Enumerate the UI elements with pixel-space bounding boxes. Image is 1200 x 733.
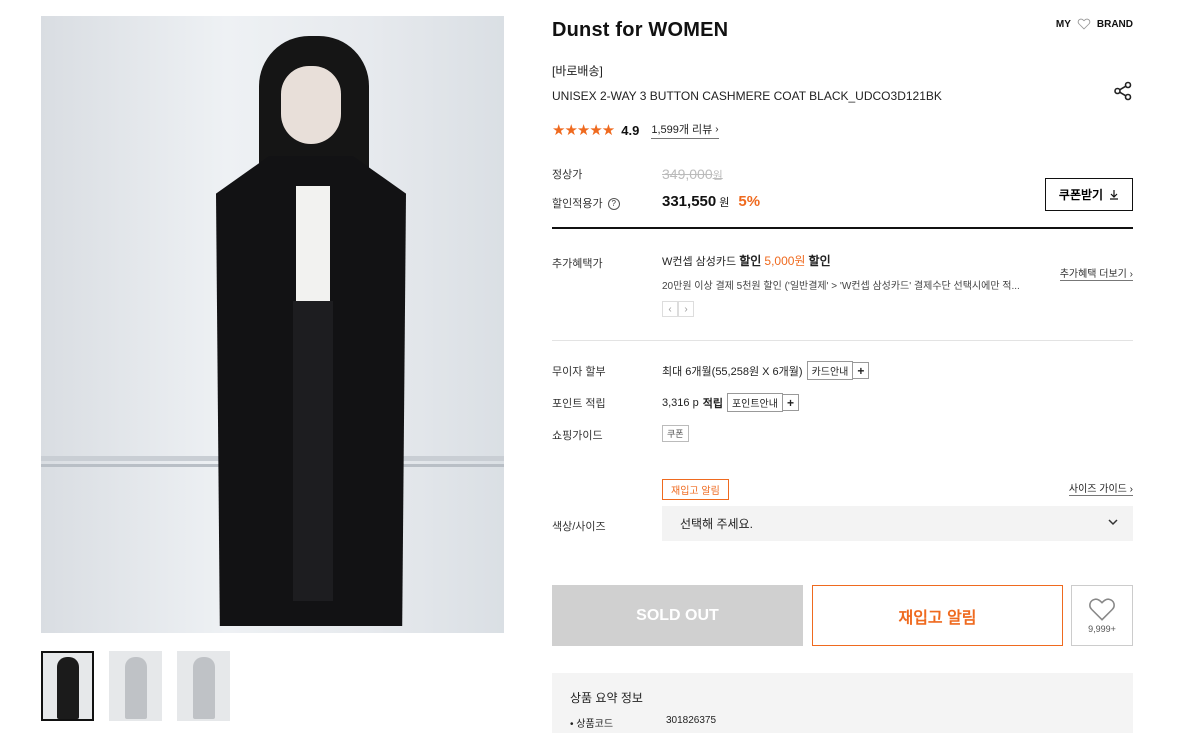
discount-rate: 5% bbox=[738, 193, 761, 210]
regular-price: 349,000원 bbox=[662, 166, 723, 183]
option-label: 색상/사이즈 bbox=[552, 521, 606, 533]
my-label: MY bbox=[1055, 18, 1071, 30]
benefit-prefix: W컨셉 삼성카드 bbox=[662, 256, 737, 268]
model-face bbox=[281, 66, 341, 144]
thumbnail-figure bbox=[125, 657, 147, 719]
points-guide-button[interactable]: 포인트안내 bbox=[726, 393, 783, 412]
plus-icon[interactable]: + bbox=[853, 362, 870, 379]
installment-label: 무이자 할부 bbox=[552, 366, 606, 378]
points-suffix: 적립 bbox=[702, 397, 723, 410]
coupon-download-button[interactable]: 쿠폰받기 bbox=[1045, 178, 1133, 211]
size-guide-label: 사이즈 가이드 bbox=[1068, 484, 1127, 495]
wishlist-count: 9,999+ bbox=[1088, 624, 1116, 634]
product-info-panel: Dunst for WOMEN MY BRAND [바로배송] UNISEX 2… bbox=[552, 0, 1133, 733]
summary-item: • 상품코드 301826375 bbox=[570, 715, 716, 730]
restock-alert-button[interactable]: 재입고 알림 bbox=[812, 585, 1063, 646]
benefit-discount-word: 할인 bbox=[739, 254, 762, 268]
delivery-tag: [바로배송] bbox=[552, 64, 603, 78]
product-summary: 상품 요약 정보 • 상품코드 301826375 bbox=[552, 673, 1133, 733]
pager-prev-button[interactable]: ‹ bbox=[662, 301, 678, 317]
select-placeholder: 선택해 주세요. bbox=[680, 517, 753, 531]
thumbnail-1[interactable] bbox=[41, 651, 94, 721]
pager-next-button[interactable]: › bbox=[678, 301, 694, 317]
points-label: 포인트 적립 bbox=[552, 398, 606, 410]
section-divider bbox=[552, 340, 1133, 341]
benefit-pager: ‹ › bbox=[662, 301, 694, 317]
my-brand-toggle[interactable]: MY BRAND bbox=[1056, 18, 1133, 30]
regular-price-unit: 원 bbox=[712, 170, 723, 182]
rating-score: 4.9 bbox=[621, 122, 640, 138]
thumbnail-2[interactable] bbox=[109, 651, 162, 721]
summary-title: 상품 요약 정보 bbox=[570, 691, 643, 705]
chevron-right-icon: › bbox=[1129, 484, 1133, 495]
chevron-right-icon: › bbox=[1129, 269, 1133, 280]
benefit-amount: 5,000원 bbox=[764, 254, 806, 268]
sale-price-label: 할인적용가 ? bbox=[552, 195, 620, 211]
help-icon[interactable]: ? bbox=[607, 197, 620, 210]
model-shirt bbox=[296, 186, 330, 301]
share-icon[interactable] bbox=[1113, 81, 1133, 101]
chevron-right-icon: › bbox=[715, 123, 719, 135]
benefit-title: W컨셉 삼성카드 할인 5,000원 할인 bbox=[662, 252, 831, 269]
coupon-chip[interactable]: 쿠폰 bbox=[662, 425, 689, 442]
model-figure bbox=[201, 36, 421, 633]
installment-value: 최대 6개월(55,258원 X 6개월) bbox=[662, 365, 803, 378]
summary-item-value: 301826375 bbox=[666, 715, 717, 726]
sale-price: 331,550 원 5% bbox=[662, 193, 760, 210]
points-row: 3,316 p 적립 포인트안내 + bbox=[662, 393, 799, 412]
color-size-select[interactable]: 선택해 주세요. bbox=[662, 506, 1133, 541]
regular-price-value: 349,000 bbox=[662, 166, 713, 182]
size-guide-link[interactable]: 사이즈 가이드 › bbox=[1068, 480, 1133, 496]
heart-icon bbox=[1089, 598, 1115, 621]
section-divider bbox=[552, 227, 1133, 229]
sale-price-label-text: 할인적용가 bbox=[552, 198, 603, 210]
shopping-guide-label: 쇼핑가이드 bbox=[552, 430, 603, 442]
thumbnail-3[interactable] bbox=[177, 651, 230, 721]
product-name: UNISEX 2-WAY 3 BUTTON CASHMERE COAT BLAC… bbox=[552, 89, 942, 103]
benefit-suffix: 할인 bbox=[808, 254, 831, 268]
benefit-more-label: 추가혜택 더보기 bbox=[1059, 269, 1127, 280]
benefit-description: 20만원 이상 결제 5천원 할인 ('일반결제' > 'W컨셉 삼성카드' 결… bbox=[662, 281, 1020, 292]
rating-row: ★★★★★ 4.9 1,599개 리뷰 › bbox=[552, 121, 719, 139]
thumbnail-figure bbox=[193, 657, 215, 719]
thumbnail-list bbox=[41, 651, 230, 721]
review-count: 1,599개 리뷰 bbox=[651, 124, 713, 136]
restock-alert-chip: 재입고 알림 bbox=[662, 479, 729, 500]
benefit-more-link[interactable]: 추가혜택 더보기 › bbox=[1059, 265, 1133, 281]
regular-price-label: 정상가 bbox=[552, 169, 583, 181]
sale-price-unit: 원 bbox=[719, 197, 730, 209]
points-value: 3,316 p bbox=[662, 396, 699, 409]
sold-out-button: SOLD OUT bbox=[552, 585, 803, 646]
brand-label: BRAND bbox=[1096, 18, 1133, 30]
summary-item-key-text: 상품코드 bbox=[576, 719, 614, 730]
card-guide-button[interactable]: 카드안내 bbox=[806, 361, 854, 380]
benefit-label: 추가혜택가 bbox=[552, 258, 603, 270]
sale-price-value: 331,550 bbox=[662, 193, 717, 210]
plus-icon[interactable]: + bbox=[782, 394, 799, 411]
wishlist-button[interactable]: 9,999+ bbox=[1071, 585, 1133, 646]
coupon-button-label: 쿠폰받기 bbox=[1058, 188, 1104, 202]
brand-title[interactable]: Dunst for WOMEN bbox=[552, 19, 728, 42]
heart-outline-icon bbox=[1077, 18, 1091, 30]
download-icon bbox=[1110, 190, 1119, 200]
main-product-image bbox=[41, 16, 504, 633]
summary-item-key: • 상품코드 bbox=[570, 719, 614, 730]
chevron-down-icon bbox=[1108, 519, 1118, 526]
star-rating-icon: ★★★★★ bbox=[552, 122, 615, 139]
review-link[interactable]: 1,599개 리뷰 › bbox=[651, 121, 719, 139]
installment-row: 최대 6개월(55,258원 X 6개월) 카드안내 + bbox=[662, 361, 870, 380]
model-skirt bbox=[293, 301, 333, 601]
thumbnail-figure bbox=[57, 657, 79, 719]
